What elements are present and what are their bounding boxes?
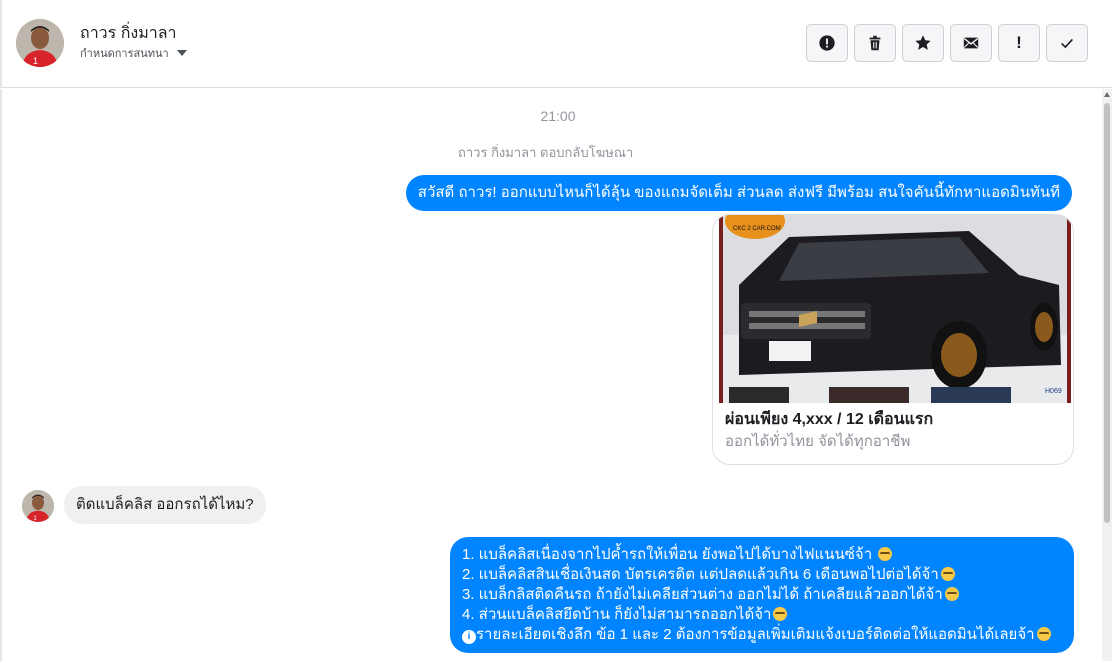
- contact-avatar[interactable]: 1: [16, 19, 64, 67]
- conversation-header: 1 ถาวร กิ่งมาลา กำหนดการสนทนา !: [0, 0, 1112, 88]
- reply-line-5: i รายละเอียดเชิงลึก ข้อ 1 และ 2 ต้องการข้…: [462, 625, 1062, 645]
- reply-line-3: 3. แบล็กลิสติดคืนรถ ถ้ายังไม่เคลียส่วนต่…: [462, 585, 1062, 605]
- ad-reply-note: ถาวร กิ่งมาลา ตอบกลับโฆษณา: [458, 145, 634, 160]
- grimace-emoji-icon: [878, 547, 893, 561]
- incoming-message[interactable]: ติดแบล็คลิส ออกรถได้ไหม?: [64, 486, 266, 524]
- ad-card[interactable]: CKC 2 CAR.COM H069 ผ่อนเพียง 4,xxx / 12 …: [712, 214, 1074, 465]
- follow-up-button[interactable]: !: [998, 24, 1040, 62]
- assign-conversation-dropdown[interactable]: กำหนดการสนทนา: [80, 44, 187, 62]
- reply-line-1: 1. แบล็คลิสเนื่องจากไปค้ำรถให้เพื่อน ยัง…: [462, 545, 1062, 565]
- ad-card-subtitle: ออกได้ทั่วไทย จัดได้ทุกอาชีพ: [725, 433, 911, 450]
- info-icon: i: [462, 630, 476, 644]
- star-button[interactable]: [902, 24, 944, 62]
- mark-spam-button[interactable]: [806, 24, 848, 62]
- message-thread[interactable]: 21:00 ถาวร กิ่งมาลา ตอบกลับโฆษณา สวัสดี …: [0, 89, 1102, 661]
- exclamation-icon: !: [1016, 33, 1022, 52]
- image-code: H069: [1045, 388, 1062, 395]
- reply-line-2: 2. แบล็คลิสสินเชื่อเงินสด บัตรเครดิต แต่…: [462, 565, 1062, 585]
- car-image: CKC 2 CAR.COM H069: [719, 215, 1071, 403]
- svg-text:1: 1: [33, 56, 38, 66]
- logo-text: CKC 2 CAR.COM: [733, 226, 781, 232]
- delete-button[interactable]: [854, 24, 896, 62]
- outgoing-message-reply[interactable]: 1. แบล็คลิสเนื่องจากไปค้ำรถให้เพื่อน ยัง…: [450, 537, 1074, 653]
- outgoing-message-greeting[interactable]: สวัสดี ถาวร! ออกแบบไหนก็ได้ลุ้น ของแถมจั…: [405, 175, 1072, 211]
- mark-done-button[interactable]: [1046, 24, 1088, 62]
- grimace-emoji-icon: [944, 587, 959, 601]
- grimace-emoji-icon: [773, 607, 788, 621]
- sender-avatar[interactable]: 1: [22, 490, 54, 522]
- message-timestamp: 21:00: [540, 108, 576, 124]
- contact-name[interactable]: ถาวร กิ่งมาลา: [80, 21, 177, 46]
- alert-circle-icon: [819, 35, 835, 51]
- star-icon: [915, 35, 931, 50]
- checkmark-icon: [1061, 38, 1073, 49]
- grimace-emoji-icon: [1036, 627, 1051, 641]
- conversation-toolbar: !: [806, 24, 1088, 62]
- scroll-thumb[interactable]: [1104, 103, 1110, 523]
- assign-label: กำหนดการสนทนา: [80, 48, 169, 60]
- mark-unread-button[interactable]: [950, 24, 992, 62]
- trash-icon: [869, 35, 881, 51]
- grimace-emoji-icon: [940, 567, 955, 581]
- scroll-up-icon[interactable]: [1104, 92, 1110, 97]
- envelope-icon: [963, 37, 979, 49]
- reply-line-4: 4. ส่วนแบล็คลิสยึดบ้าน ก็ยังไม่สามารถออก…: [462, 605, 1062, 625]
- caret-down-icon: [176, 50, 187, 56]
- thread-scrollbar[interactable]: [1102, 89, 1112, 661]
